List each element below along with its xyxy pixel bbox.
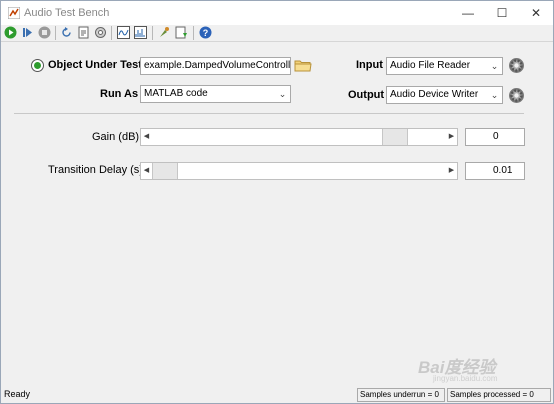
- samples-processed-cell: Samples processed = 0: [447, 388, 551, 402]
- gain-value-field[interactable]: 0: [465, 128, 525, 146]
- samples-underrun-cell: Samples underrun = 0: [357, 388, 445, 402]
- settings-icon[interactable]: [94, 26, 107, 39]
- output-dropdown[interactable]: Audio Device Writer ⌄: [386, 86, 503, 104]
- transition-delay-value-field[interactable]: 0.01: [465, 162, 525, 180]
- chevron-down-icon: ⌄: [278, 89, 287, 99]
- minimize-button[interactable]: —: [451, 1, 485, 25]
- object-under-test-field[interactable]: example.DampedVolumeController: [140, 57, 291, 75]
- export-icon[interactable]: [77, 26, 90, 39]
- time-scope-icon[interactable]: [117, 26, 130, 39]
- run-as-label: Run As: [100, 88, 139, 100]
- input-gear-icon[interactable]: [508, 57, 525, 74]
- run-as-dropdown[interactable]: MATLAB code ⌄: [140, 85, 291, 103]
- output-dropdown-value: Audio Device Writer: [390, 89, 479, 100]
- run-icon[interactable]: [4, 26, 17, 39]
- input-dropdown[interactable]: Audio File Reader ⌄: [386, 57, 503, 75]
- slider-right-arrow-icon[interactable]: ▶: [446, 129, 457, 145]
- gain-value: 0: [493, 131, 499, 142]
- transition-delay-value: 0.01: [493, 165, 513, 176]
- input-label: Input: [356, 59, 383, 71]
- object-under-test-label: Object Under Test: [48, 59, 142, 71]
- toolbar-separator: [152, 26, 153, 40]
- baidu-watermark-url: jingyan.baidu.com: [433, 374, 498, 383]
- slider-thumb[interactable]: [152, 163, 178, 179]
- samples-underrun-text: Samples underrun = 0: [360, 390, 439, 399]
- status-bar: Ready Samples underrun = 0 Samples proce…: [1, 387, 553, 403]
- section-divider: [14, 113, 524, 114]
- toolbar-separator: [193, 26, 194, 40]
- step-icon[interactable]: [21, 26, 34, 39]
- gain-slider[interactable]: ◀ ▶: [140, 128, 458, 146]
- help-icon[interactable]: ?: [199, 26, 212, 39]
- chevron-down-icon: ⌄: [490, 61, 499, 71]
- object-under-test-value: example.DampedVolumeController: [144, 60, 291, 71]
- chevron-down-icon: ⌄: [490, 90, 499, 100]
- slider-left-arrow-icon[interactable]: ◀: [141, 129, 152, 145]
- tune-icon[interactable]: [158, 26, 171, 39]
- status-text: Ready: [4, 389, 31, 399]
- svg-text:?: ?: [203, 28, 209, 38]
- toolbar-separator: [55, 26, 56, 40]
- object-under-test-radio[interactable]: [31, 59, 44, 72]
- run-as-value: MATLAB code: [144, 88, 208, 99]
- transition-delay-label: Transition Delay (s): [48, 164, 143, 176]
- slider-left-arrow-icon[interactable]: ◀: [141, 163, 152, 179]
- reset-icon[interactable]: [60, 26, 73, 39]
- main-panel: Object Under Test example.DampedVolumeCo…: [1, 42, 553, 387]
- slider-thumb[interactable]: [382, 129, 408, 145]
- samples-processed-text: Samples processed = 0: [450, 390, 534, 399]
- maximize-button[interactable]: ☐: [485, 1, 519, 25]
- output-label: Output: [348, 89, 385, 101]
- spectrum-analyzer-icon[interactable]: [134, 26, 147, 39]
- input-dropdown-value: Audio File Reader: [390, 60, 471, 71]
- gain-label: Gain (dB): [92, 131, 140, 143]
- transition-delay-slider[interactable]: ◀ ▶: [140, 162, 458, 180]
- slider-right-arrow-icon[interactable]: ▶: [446, 163, 457, 179]
- window-title: Audio Test Bench: [24, 7, 110, 19]
- toolbar: ?: [1, 25, 553, 42]
- toolbar-separator: [111, 26, 112, 40]
- title-bar: Audio Test Bench — ☐ ✕: [1, 1, 553, 25]
- close-button[interactable]: ✕: [519, 1, 553, 25]
- folder-icon[interactable]: [294, 58, 312, 73]
- output-gear-icon[interactable]: [508, 87, 525, 104]
- audio-test-bench-window: Audio Test Bench — ☐ ✕ ? Object Under Te…: [0, 0, 554, 404]
- stop-icon[interactable]: [38, 26, 51, 39]
- generate-code-icon[interactable]: [175, 26, 188, 39]
- matlab-app-icon: [8, 7, 20, 19]
